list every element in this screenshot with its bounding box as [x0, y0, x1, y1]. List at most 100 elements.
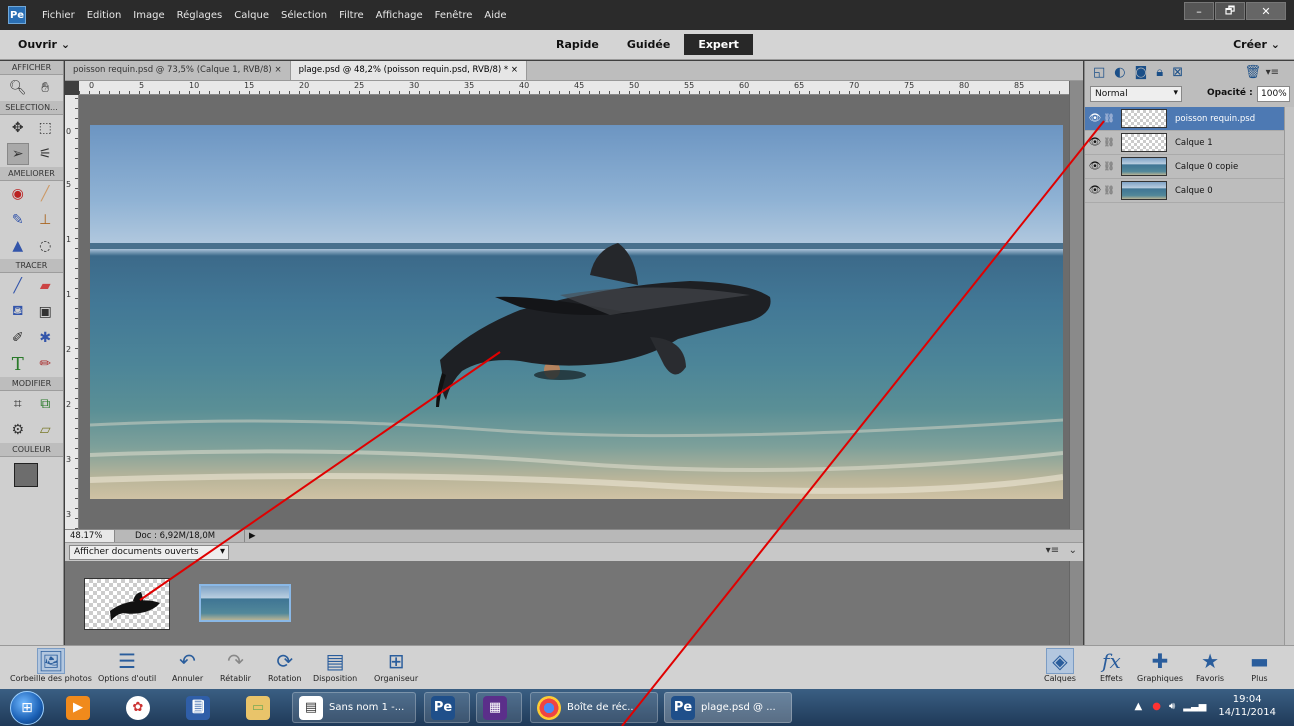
taskbar-explorer[interactable]: ▭	[246, 692, 270, 723]
menu-fichier[interactable]: Fichier	[36, 10, 81, 21]
photo-bin-menu-icon[interactable]: ▾≡ ⌄	[1046, 545, 1077, 556]
status-menu-arrow-icon[interactable]: ▶	[245, 531, 256, 541]
restore-button[interactable]: 🗗	[1215, 2, 1245, 20]
undo-button[interactable]: ↶ Annuler	[172, 648, 203, 683]
menu-fenetre[interactable]: Fenêtre	[429, 10, 479, 21]
content-move-tool-icon[interactable]: ⚙︎	[7, 419, 29, 441]
graphics-button[interactable]: ✚ Graphiques	[1137, 648, 1183, 683]
zoom-tool-icon[interactable]: 🔍︎	[7, 77, 29, 99]
menu-calque[interactable]: Calque	[228, 10, 275, 21]
taskbar-elements-editor[interactable]: Pe	[424, 692, 470, 723]
layout-button[interactable]: ▤ Disposition	[313, 648, 357, 683]
antivirus-icon[interactable]: ●	[1152, 701, 1161, 712]
shape-tool-icon[interactable]: ✱	[34, 327, 56, 349]
paint-bucket-icon[interactable]: ⛾	[7, 301, 29, 323]
new-layer-icon[interactable]: ◱	[1093, 65, 1105, 80]
pencil-tool-icon[interactable]: ✏︎	[34, 353, 56, 375]
recompose-tool-icon[interactable]: ⧉	[34, 393, 56, 415]
lock-icon[interactable]: 🔒︎	[1156, 65, 1163, 80]
menu-filtre[interactable]: Filtre	[333, 10, 370, 21]
adjustment-layer-icon[interactable]: ◐	[1114, 65, 1125, 80]
smart-brush-icon[interactable]: ✎	[7, 209, 29, 231]
link-icon[interactable]: ⛓︎	[1103, 186, 1115, 196]
layer-row[interactable]: 👁︎ ⛓︎ Calque 0 copie	[1085, 155, 1294, 179]
menu-edition[interactable]: Edition	[81, 10, 128, 21]
layers-button[interactable]: ◈ Calques	[1044, 648, 1076, 683]
blur-tool-icon[interactable]: ▲	[7, 235, 29, 257]
start-button[interactable]: ⊞	[10, 691, 44, 725]
menu-aide[interactable]: Aide	[478, 10, 512, 21]
layer-row[interactable]: 👁︎ ⛓︎ Calque 1	[1085, 131, 1294, 155]
layer-mask-icon[interactable]: ◙	[1135, 65, 1148, 80]
mode-expert[interactable]: Expert	[684, 34, 753, 55]
trash-icon[interactable]: 🗑︎	[1244, 65, 1261, 80]
more-button[interactable]: ▬ Plus	[1250, 648, 1269, 683]
taskbar-book-app[interactable]: 📘︎	[186, 692, 210, 723]
organizer-button[interactable]: ⊞ Organiseur	[374, 648, 418, 683]
link-icon[interactable]: ⛓︎	[1103, 114, 1115, 124]
menu-image[interactable]: Image	[127, 10, 170, 21]
canvas-vertical-scrollbar[interactable]	[1069, 81, 1083, 529]
close-icon[interactable]: ×	[511, 65, 518, 75]
taskbar-premiere[interactable]: ▦	[476, 692, 522, 723]
straighten-tool-icon[interactable]: ⏥	[34, 419, 56, 441]
eye-icon[interactable]: 👁︎	[1087, 113, 1103, 124]
taskbar-window-plage[interactable]: Pe plage.psd @ ...	[664, 692, 792, 723]
close-icon[interactable]: ×	[274, 65, 281, 75]
open-button[interactable]: Ouvrir ⌄	[18, 38, 70, 51]
layer-row[interactable]: 👁︎ ⛓︎ Calque 0	[1085, 179, 1294, 203]
text-tool-icon[interactable]: T	[7, 353, 29, 375]
eyedropper-tool-icon[interactable]: ✐	[7, 327, 29, 349]
effects-button[interactable]: fx Effets	[1100, 648, 1123, 683]
create-button[interactable]: Créer ⌄	[1233, 38, 1280, 51]
blend-mode-select[interactable]: Normal	[1090, 86, 1182, 102]
marquee-tool-icon[interactable]: ⬚	[34, 117, 56, 139]
foreground-color[interactable]	[14, 463, 38, 487]
menu-affichage[interactable]: Affichage	[370, 10, 429, 21]
favorites-button[interactable]: ★ Favoris	[1196, 648, 1224, 683]
volume-icon[interactable]: 🔊︎	[1169, 701, 1175, 712]
link-icon[interactable]: ⛓︎	[1103, 162, 1115, 172]
clone-stamp-icon[interactable]: ⊥	[34, 209, 56, 231]
mode-rapide[interactable]: Rapide	[542, 34, 613, 55]
panel-menu-icon[interactable]: ▾≡	[1266, 67, 1279, 78]
link-icon[interactable]: ⛓︎	[1103, 138, 1115, 148]
canvas-area[interactable]	[79, 95, 1069, 529]
taskbar-window-chrome[interactable]: Boîte de réc...	[530, 692, 658, 723]
photo-bin-dropdown[interactable]: Afficher documents ouverts	[69, 545, 229, 560]
thumbnail-plage[interactable]	[199, 584, 291, 622]
tray-expand-icon[interactable]: ▲	[1135, 701, 1143, 712]
minimize-button[interactable]: –	[1184, 2, 1214, 20]
taskbar-media-player[interactable]: ▶	[66, 692, 90, 723]
healing-brush-icon[interactable]: ╱	[34, 183, 56, 205]
layers-scrollbar[interactable]	[1284, 107, 1294, 645]
photo-bin-scrollbar[interactable]	[1069, 561, 1083, 645]
opacity-field[interactable]: 100%	[1257, 86, 1290, 102]
menu-selection[interactable]: Sélection	[275, 10, 333, 21]
tab-plage[interactable]: plage.psd @ 48,2% (poisson requin.psd, R…	[290, 61, 527, 80]
mode-guidee[interactable]: Guidée	[613, 34, 684, 55]
rotate-button[interactable]: ⟳ Rotation	[268, 648, 301, 683]
move-tool-icon[interactable]: ✥	[7, 117, 29, 139]
redo-button[interactable]: ↷ Rétablir	[220, 648, 251, 683]
tool-options-button[interactable]: ☰ Options d'outil	[98, 648, 156, 683]
taskbar-picasa[interactable]: ✿	[126, 692, 150, 723]
hand-tool-icon[interactable]: ✋︎	[34, 77, 56, 99]
clock[interactable]: 19:04 14/11/2014	[1218, 693, 1276, 719]
lasso-tool-icon[interactable]: ➢	[6, 143, 29, 165]
thumbnail-poisson-requin[interactable]	[84, 578, 170, 630]
brush-tool-icon[interactable]: ╱	[7, 275, 29, 297]
eye-icon[interactable]: 👁︎	[1087, 185, 1103, 196]
layer-row[interactable]: 👁︎ ⛓︎ poisson requin.psd	[1085, 107, 1294, 131]
menu-reglages[interactable]: Réglages	[171, 10, 229, 21]
document-image[interactable]	[90, 125, 1063, 499]
close-button[interactable]: ✕	[1246, 2, 1286, 20]
eraser-tool-icon[interactable]: ▰	[34, 275, 56, 297]
eye-icon[interactable]: 👁︎	[1087, 161, 1103, 172]
color-swatches[interactable]	[14, 463, 54, 499]
tab-poisson-requin[interactable]: poisson requin.psd @ 73,5% (Calque 1, RV…	[65, 61, 291, 80]
magic-wand-tool-icon[interactable]: ⚟	[34, 143, 56, 165]
lock-transparency-icon[interactable]: ⊠	[1172, 65, 1183, 80]
sponge-tool-icon[interactable]: ◌	[34, 235, 56, 257]
zoom-level[interactable]: 48.17%	[65, 530, 115, 542]
